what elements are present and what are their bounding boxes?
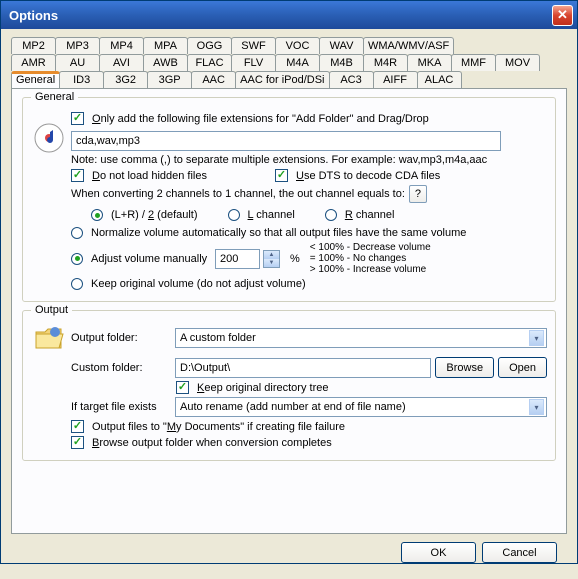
tab-body-general: General Only add the following file exte… — [11, 88, 567, 534]
output-group: Output Output folder: A custom folder ▾ … — [22, 310, 556, 461]
tab-mpa[interactable]: MPA — [143, 37, 188, 54]
tabs-row-1: MP2MP3MP4MPAOGGSWFVOCWAVWMA/WMV/ASF — [11, 37, 567, 54]
ok-button[interactable]: OK — [401, 542, 476, 563]
tab-m4r[interactable]: M4R — [363, 54, 408, 71]
general-legend: General — [31, 91, 78, 103]
dialog-footer: OK Cancel — [11, 534, 567, 571]
hidden-files-label: Do not load hidden files — [92, 170, 207, 182]
tab-aac-for-ipod-dsi[interactable]: AAC for iPod/DSi — [235, 71, 329, 88]
tab-mp3[interactable]: MP3 — [55, 37, 100, 54]
output-legend: Output — [31, 304, 72, 316]
adjust-radio[interactable] — [71, 253, 83, 265]
tab-flv[interactable]: FLV — [231, 54, 276, 71]
output-folder-label: Output folder: — [71, 332, 171, 344]
volume-hint: < 100% - Decrease volume= 100% - No chan… — [310, 242, 431, 275]
convert-channels-label: When converting 2 channels to 1 channel,… — [71, 188, 405, 200]
output-folder-combo[interactable]: A custom folder ▾ — [175, 328, 547, 348]
tabs-row-3: GeneralID33G23GPAACAAC for iPod/DSiAC3AI… — [11, 71, 567, 88]
tab-mp4[interactable]: MP4 — [99, 37, 144, 54]
tab-voc[interactable]: VOC — [275, 37, 320, 54]
help-button[interactable]: ? — [409, 185, 427, 203]
browse-done-checkbox[interactable] — [71, 436, 84, 449]
tab-au[interactable]: AU — [55, 54, 100, 71]
tab-ogg[interactable]: OGG — [187, 37, 232, 54]
tab-avi[interactable]: AVI — [99, 54, 144, 71]
normalize-radio[interactable] — [71, 227, 83, 239]
tab-m4a[interactable]: M4A — [275, 54, 320, 71]
only-add-label: Only add the following file extensions f… — [92, 113, 429, 125]
cancel-button[interactable]: Cancel — [482, 542, 557, 563]
radio-lr[interactable]: (L+R) / 2 (default) — [91, 209, 198, 221]
chevron-down-icon: ▾ — [529, 399, 544, 415]
tab-alac[interactable]: ALAC — [417, 71, 462, 88]
options-window: Options ✕ MP2MP3MP4MPAOGGSWFVOCWAVWMA/WM… — [0, 0, 578, 564]
folder-icon — [31, 322, 67, 354]
adjust-label: Adjust volume manually — [91, 253, 211, 265]
tab-awb[interactable]: AWB — [143, 54, 188, 71]
tab-aac[interactable]: AAC — [191, 71, 236, 88]
mydocs-checkbox[interactable] — [71, 420, 84, 433]
browse-button[interactable]: Browse — [435, 357, 494, 378]
volume-input[interactable] — [215, 249, 260, 269]
tab-ac3[interactable]: AC3 — [329, 71, 374, 88]
custom-folder-input[interactable] — [175, 358, 431, 378]
percent-label: % — [290, 253, 300, 265]
dts-checkbox[interactable] — [275, 169, 288, 182]
open-button[interactable]: Open — [498, 357, 547, 378]
radio-r[interactable]: R channel — [325, 209, 395, 221]
dts-label: Use DTS to decode CDA files — [296, 170, 440, 182]
tab-aiff[interactable]: AIFF — [373, 71, 418, 88]
music-icon — [31, 122, 67, 154]
tab-swf[interactable]: SWF — [231, 37, 276, 54]
extensions-input[interactable] — [71, 131, 501, 151]
mydocs-label: Output files to "My Documents" if creati… — [92, 421, 345, 433]
tab-mp2[interactable]: MP2 — [11, 37, 56, 54]
volume-spinner[interactable]: ▲▼ — [263, 250, 280, 268]
tab-wma-wmv-asf[interactable]: WMA/WMV/ASF — [363, 37, 454, 54]
tab-general[interactable]: General — [11, 71, 60, 88]
window-title: Options — [5, 8, 552, 23]
tab-amr[interactable]: AMR — [11, 54, 56, 71]
tab-3g2[interactable]: 3G2 — [103, 71, 148, 88]
close-button[interactable]: ✕ — [552, 5, 573, 26]
keep-volume-label: Keep original volume (do not adjust volu… — [91, 278, 306, 290]
hidden-files-checkbox[interactable] — [71, 169, 84, 182]
tab-id3[interactable]: ID3 — [59, 71, 104, 88]
keep-tree-checkbox[interactable] — [176, 381, 189, 394]
general-group: General Only add the following file exte… — [22, 97, 556, 302]
chevron-down-icon: ▾ — [529, 330, 544, 346]
tab-mmf[interactable]: MMF — [451, 54, 496, 71]
extensions-note: Note: use comma (,) to separate multiple… — [71, 154, 547, 166]
tabs-row-2: AMRAUAVIAWBFLACFLVM4AM4BM4RMKAMMFMOV — [11, 54, 567, 71]
keep-volume-radio[interactable] — [71, 278, 83, 290]
tab-flac[interactable]: FLAC — [187, 54, 232, 71]
titlebar: Options ✕ — [1, 1, 577, 29]
tab-3gp[interactable]: 3GP — [147, 71, 192, 88]
only-add-checkbox[interactable] — [71, 112, 84, 125]
keep-tree-label: Keep original directory tree — [197, 382, 328, 394]
radio-l[interactable]: L channel — [228, 209, 295, 221]
custom-folder-label: Custom folder: — [71, 362, 171, 374]
browse-done-label: Browse output folder when conversion com… — [92, 437, 332, 449]
tab-wav[interactable]: WAV — [319, 37, 364, 54]
tab-m4b[interactable]: M4B — [319, 54, 364, 71]
target-exists-label: If target file exists — [71, 401, 171, 413]
target-exists-combo[interactable]: Auto rename (add number at end of file n… — [175, 397, 547, 417]
normalize-label: Normalize volume automatically so that a… — [91, 227, 466, 239]
tab-mov[interactable]: MOV — [495, 54, 540, 71]
tab-mka[interactable]: MKA — [407, 54, 452, 71]
